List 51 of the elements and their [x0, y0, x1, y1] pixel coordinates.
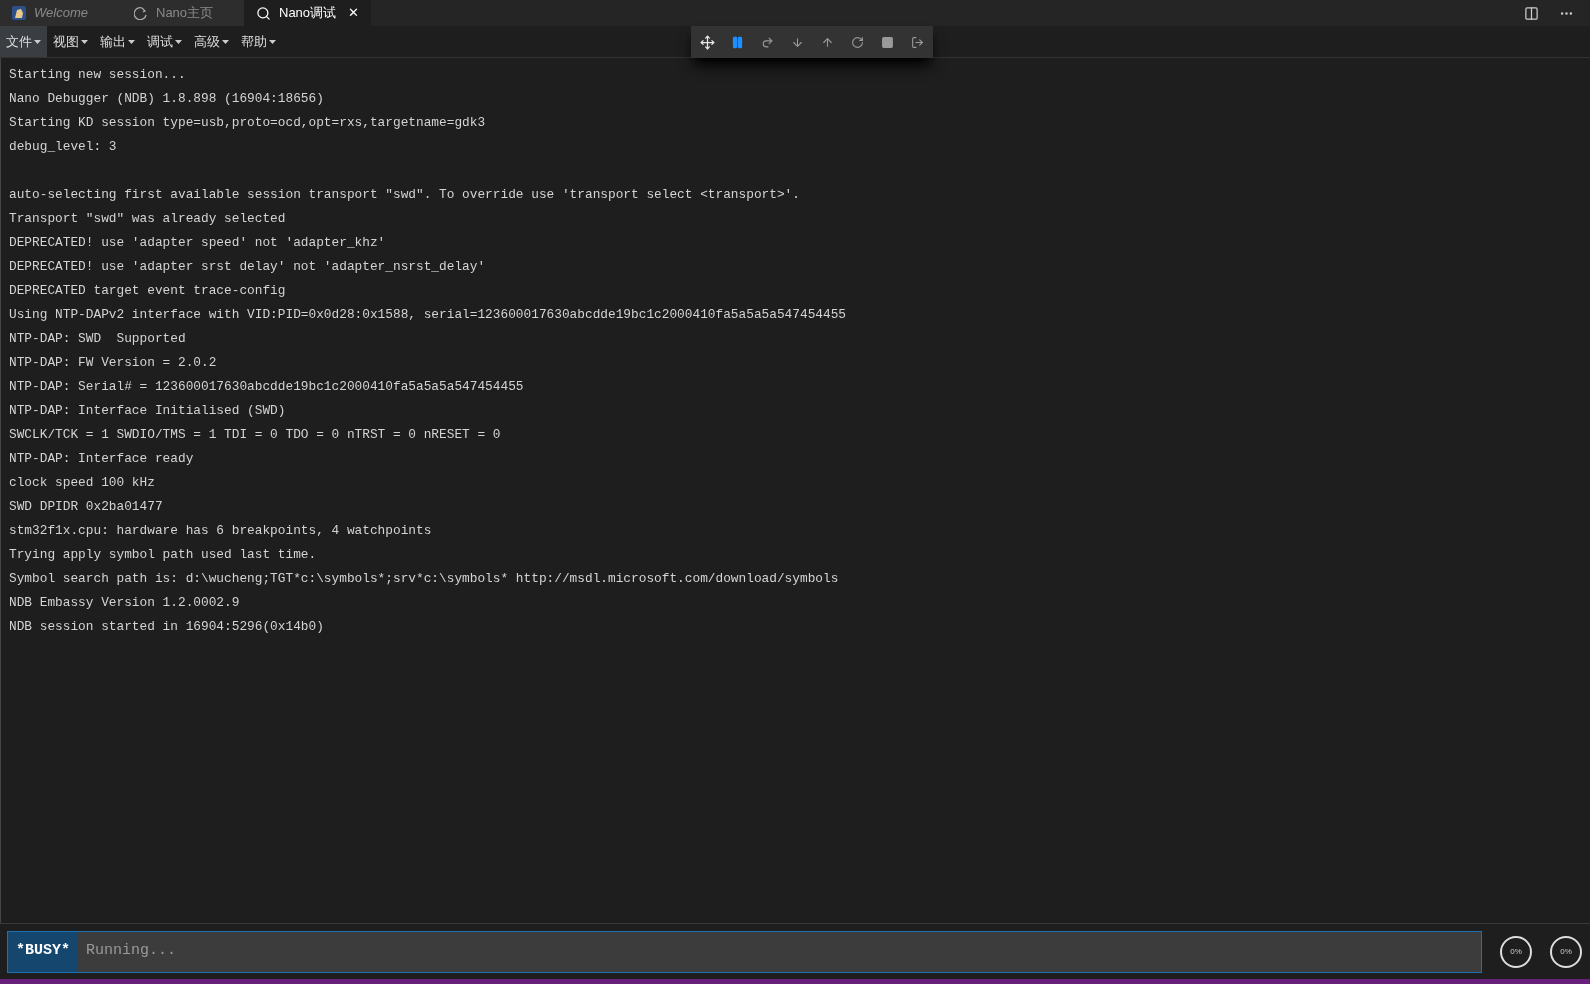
- console-line: NTP-DAP: Interface ready: [9, 450, 195, 468]
- console-line: NTP-DAP: SWD Supported: [9, 330, 187, 348]
- console-line: NTP-DAP: Interface Initialised (SWD): [9, 402, 287, 420]
- console-line: Trying apply symbol path used last time.: [9, 546, 318, 564]
- console-line: Symbol search path is: d:\wucheng;TGT*c:\symbols*;srv*c:\symbols* http://msdl.microsoft.com/download/symbols: [9, 570, 840, 588]
- console-line: stm32f1x.cpu: hardware has 6 breakpoints, 4 watchpoints: [9, 522, 433, 540]
- tab-label: Nano主页: [156, 4, 214, 23]
- console-line: Transport "swd" was already selected: [9, 210, 287, 228]
- move-icon[interactable]: [698, 33, 716, 51]
- tab-label: Nano调试: [279, 4, 337, 23]
- console-line: Starting KD session type=usb,proto=ocd,opt=rxs,targetname=gdk3: [9, 114, 487, 132]
- console-line: debug_level: 3: [9, 138, 118, 156]
- caret-icon: [81, 39, 88, 44]
- tab-label: Welcome: [34, 4, 88, 23]
- progress-gauge: 0%: [1500, 935, 1532, 968]
- console-line: NTP-DAP: Serial# = 123600017630abcdde19bc1c2000410fa5a5a5a547454455: [9, 378, 525, 396]
- console-line: NDB Embassy Version 1.2.0002.9: [9, 594, 241, 612]
- caret-icon: [34, 39, 41, 44]
- tab[interactable]: Nano调试 ✕: [244, 0, 372, 26]
- console-line: auto-selecting first available session transport "swd". To override use 'transport select <transport>'.: [9, 186, 801, 204]
- progress-gauge: 0%: [1550, 935, 1582, 968]
- console-line: DEPRECATED target event trace-config: [9, 282, 287, 300]
- menu-item[interactable]: 视图: [47, 26, 94, 57]
- tab[interactable]: Nano主页: [122, 0, 244, 26]
- split-editor-icon[interactable]: [1524, 5, 1539, 21]
- console-line: clock speed 100 kHz: [9, 474, 156, 492]
- console-line: DEPRECATED! use 'adapter srst delay' not 'adapter_nsrst_delay': [9, 258, 487, 276]
- app-logo-icon: [12, 6, 26, 20]
- caret-icon: [175, 39, 182, 44]
- caret-icon: [128, 39, 135, 44]
- menu-item[interactable]: 调试: [141, 26, 188, 57]
- console-line: SWD DPIDR 0x2ba01477: [9, 498, 164, 516]
- caret-icon: [222, 39, 229, 44]
- tab[interactable]: Welcome: [0, 0, 122, 26]
- console-line: Starting new session...: [9, 66, 187, 84]
- console-line: SWCLK/TCK = 1 SWDIO/TMS = 1 TDI = 0 TDO = 0 nTRST = 0 nRESET = 0: [9, 426, 502, 444]
- console-line: NTP-DAP: FW Version = 2.0.2: [9, 354, 218, 372]
- menu-item[interactable]: 帮助: [235, 26, 282, 57]
- command-input[interactable]: Running...: [78, 931, 1481, 972]
- command-field[interactable]: *BUSY* Running...: [7, 930, 1482, 973]
- menu-item[interactable]: 高级: [188, 26, 235, 57]
- console-line: DEPRECATED! use 'adapter speed' not 'adapter_khz': [9, 234, 387, 252]
- close-button[interactable]: ✕: [348, 3, 360, 23]
- console-line: NDB session started in 16904:5296(0x14b0): [9, 618, 325, 636]
- console-line: Using NTP-DAPv2 interface with VID:PID=0x0d28:0x1588, serial=123600017630abcdde19bc1c2000410fa5a5a5a547454455: [9, 306, 848, 324]
- menu-item[interactable]: 输出: [94, 26, 141, 57]
- console-line: Nano Debugger (NDB) 1.8.898 (16904:18656): [9, 90, 325, 108]
- busy-status: *BUSY*: [8, 931, 78, 972]
- menu-item[interactable]: 文件: [0, 26, 47, 57]
- magnifier-icon: [256, 5, 271, 21]
- caret-icon: [269, 39, 276, 44]
